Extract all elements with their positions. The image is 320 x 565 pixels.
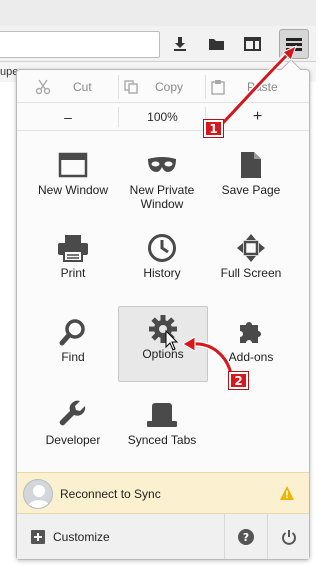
menu-footer: Customize ? — [17, 514, 309, 559]
avatar — [23, 479, 53, 509]
developer-label: Developer — [45, 433, 101, 447]
download-icon — [174, 37, 186, 51]
save-page-label: Save Page — [221, 183, 281, 197]
print-label: Print — [60, 266, 86, 280]
cut-label: Cut — [73, 80, 92, 94]
quit-button[interactable] — [268, 514, 309, 559]
plus-box-icon — [31, 529, 45, 544]
options-button[interactable]: Options — [118, 306, 208, 382]
user-icon — [27, 485, 51, 508]
gear-icon — [143, 311, 183, 347]
customize-button[interactable]: Customize — [17, 514, 137, 559]
cut-button[interactable]: Cut — [35, 71, 92, 103]
new-private-window-label: New Private Window — [129, 183, 195, 211]
developer-button[interactable]: Developer — [28, 393, 118, 469]
wrench-icon — [53, 397, 93, 433]
url-bar[interactable] — [0, 31, 160, 58]
help-button[interactable]: ? — [225, 514, 267, 559]
synced-tabs-label: Synced Tabs — [127, 433, 197, 447]
synced-tabs-icon — [142, 397, 182, 433]
new-private-window-button[interactable]: New Private Window — [117, 143, 207, 219]
new-window-label: New Window — [37, 183, 109, 197]
zoom-controls: – 100% + — [17, 103, 309, 131]
sidebar-button[interactable] — [238, 31, 266, 57]
warning-icon — [280, 486, 294, 500]
find-button[interactable]: Find — [28, 310, 118, 386]
add-ons-label: Add-ons — [228, 350, 274, 364]
clipboard-icon — [211, 80, 225, 95]
synced-tabs-button[interactable]: Synced Tabs — [117, 393, 207, 469]
open-menu-button[interactable] — [279, 29, 309, 59]
hamburger-icon — [286, 37, 302, 51]
paste-button[interactable]: Paste — [211, 71, 278, 103]
divider — [205, 75, 206, 99]
new-window-button[interactable]: New Window — [28, 143, 118, 219]
full-screen-label: Full Screen — [220, 266, 282, 280]
divider — [118, 75, 119, 99]
page-icon — [231, 147, 271, 183]
history-label: History — [143, 266, 181, 280]
mask-icon — [142, 147, 182, 183]
reconnect-sync-label: Reconnect to Sync — [60, 487, 161, 501]
callout-badge-1: 1 — [203, 119, 224, 138]
options-label: Options — [142, 347, 184, 361]
zoom-reset-button[interactable]: 100% — [119, 103, 206, 131]
power-icon — [281, 529, 296, 545]
printer-icon — [53, 230, 93, 266]
copy-label: Copy — [155, 80, 184, 94]
customize-label: Customize — [53, 529, 110, 544]
puzzle-icon — [231, 314, 271, 350]
print-button[interactable]: Print — [28, 226, 118, 302]
svg-text:?: ? — [243, 531, 249, 544]
copy-icon — [124, 80, 138, 94]
paste-label: Paste — [247, 80, 278, 94]
find-label: Find — [61, 350, 85, 364]
bookmarks-folder-button[interactable] — [202, 31, 230, 57]
magnifier-icon — [53, 314, 93, 350]
callout-badge-2: 2 — [228, 371, 249, 390]
scissors-icon — [35, 79, 51, 95]
download-button[interactable] — [166, 31, 194, 57]
fullscreen-icon — [231, 230, 271, 266]
save-page-button[interactable]: Save Page — [206, 143, 296, 219]
clock-icon — [142, 230, 182, 266]
sidebar-window-icon — [243, 37, 261, 51]
edit-controls: Cut Copy Paste — [17, 71, 309, 103]
history-button[interactable]: History — [117, 226, 207, 302]
full-screen-button[interactable]: Full Screen — [206, 226, 296, 302]
zoom-out-button[interactable]: – — [17, 103, 119, 131]
window-icon — [53, 147, 93, 183]
folder-icon — [208, 39, 224, 50]
reconnect-sync-button[interactable]: Reconnect to Sync — [17, 472, 309, 514]
title-bar — [0, 0, 316, 26]
add-ons-button[interactable]: Add-ons — [206, 310, 296, 386]
help-icon: ? — [238, 528, 254, 545]
copy-button[interactable]: Copy — [123, 71, 183, 103]
